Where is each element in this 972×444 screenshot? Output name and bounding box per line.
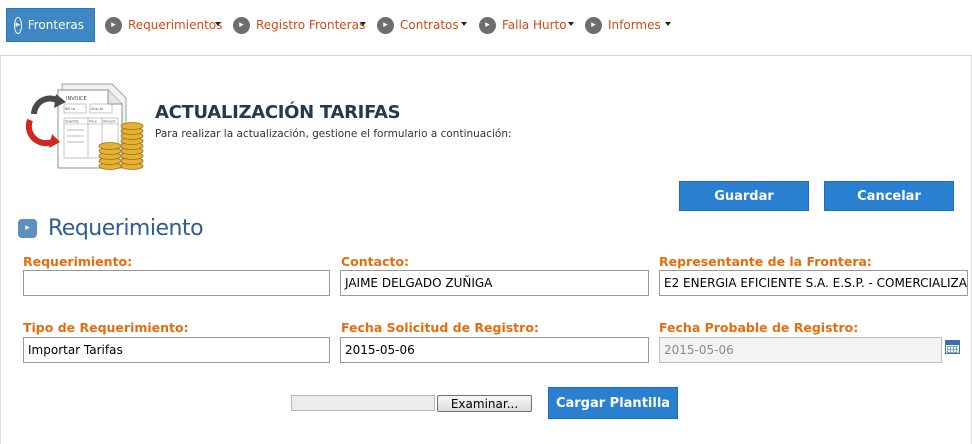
representante-field[interactable]: E2 ENERGIA EFICIENTE S.A. E.S.P. - COMER… — [659, 270, 968, 296]
section-header: ▸ Requerimiento — [18, 215, 204, 241]
nav-item-fronteras[interactable]: ▸ Fronteras — [6, 8, 95, 42]
invoice-col-price: Price — [89, 120, 97, 124]
chevron-right-icon: ▸ — [14, 16, 22, 34]
fecha-probable-field: 2015-05-06 — [659, 337, 942, 363]
nav-item-informes[interactable]: ▸ Informes — [585, 8, 661, 42]
nav-item-label: Registro Fronteras — [256, 18, 366, 32]
cancel-button[interactable]: Cancelar — [824, 181, 954, 211]
chevron-right-icon: ▸ — [479, 16, 496, 34]
caret-down-icon[interactable] — [461, 22, 467, 26]
nav-item-requerimientos[interactable]: ▸ Requerimientos — [105, 8, 222, 42]
chevron-right-icon: ▸ — [233, 16, 250, 34]
caret-down-icon[interactable] — [665, 22, 671, 26]
contacto-label: Contacto: — [341, 254, 410, 269]
caret-down-icon[interactable] — [360, 22, 366, 26]
contacto-field[interactable]: JAIME DELGADO ZUÑIGA — [340, 270, 649, 296]
requerimiento-field[interactable] — [23, 270, 330, 296]
nav-item-label: Requerimientos — [128, 18, 223, 32]
fecha-solicitud-label: Fecha Solicitud de Registro: — [341, 320, 539, 335]
nav-item-label: Falla Hurto — [502, 18, 567, 32]
top-navigation: ▸ Fronteras ▸ Requerimientos ▸ Registro … — [0, 0, 972, 56]
page-title: ACTUALIZACIÓN TARIFAS — [155, 102, 401, 123]
invoice-ship-to: Ship to — [91, 107, 103, 111]
caret-down-icon[interactable] — [568, 22, 574, 26]
chevron-right-icon: ▸ — [585, 16, 602, 34]
tipo-requerimiento-label: Tipo de Requerimiento: — [23, 320, 189, 335]
invoice-bill-to: Bill to — [65, 107, 75, 111]
chevron-right-icon: ▸ — [377, 16, 394, 34]
fecha-probable-label: Fecha Probable de Registro: — [659, 320, 859, 335]
nav-item-label: Fronteras — [27, 18, 84, 32]
invoice-col-amount: Amount — [103, 120, 116, 124]
requerimiento-label: Requerimiento: — [23, 254, 133, 269]
tipo-requerimiento-field[interactable]: Importar Tarifas — [23, 337, 330, 363]
page-subtitle: Para realizar la actualización, gestione… — [155, 128, 512, 140]
browse-button[interactable]: Examinar... — [437, 395, 532, 412]
caret-down-icon[interactable] — [215, 22, 221, 26]
save-button[interactable]: Guardar — [679, 181, 809, 211]
invoice-heading: INVOICE — [66, 96, 87, 102]
invoice-coins-icon: INVOICE Bill to Ship to Quantity Price A… — [25, 83, 144, 170]
nav-item-falla-hurto[interactable]: ▸ Falla Hurto — [479, 8, 567, 42]
calendar-icon[interactable] — [945, 340, 960, 354]
representante-label: Representante de la Frontera: — [659, 254, 872, 269]
invoice-col-quantity: Quantity — [65, 120, 79, 124]
nav-item-label: Informes — [608, 18, 661, 32]
chevron-right-icon: ▸ — [18, 218, 37, 238]
section-title: Requerimiento — [48, 215, 204, 241]
fecha-solicitud-field[interactable]: 2015-05-06 — [340, 337, 649, 363]
load-template-button[interactable]: Cargar Plantilla — [548, 387, 678, 419]
nav-item-contratos[interactable]: ▸ Contratos — [377, 8, 459, 42]
nav-item-label: Contratos — [400, 18, 459, 32]
chevron-right-icon: ▸ — [105, 16, 122, 34]
file-path-field[interactable] — [291, 395, 435, 411]
nav-item-registro-fronteras[interactable]: ▸ Registro Fronteras — [233, 8, 365, 42]
